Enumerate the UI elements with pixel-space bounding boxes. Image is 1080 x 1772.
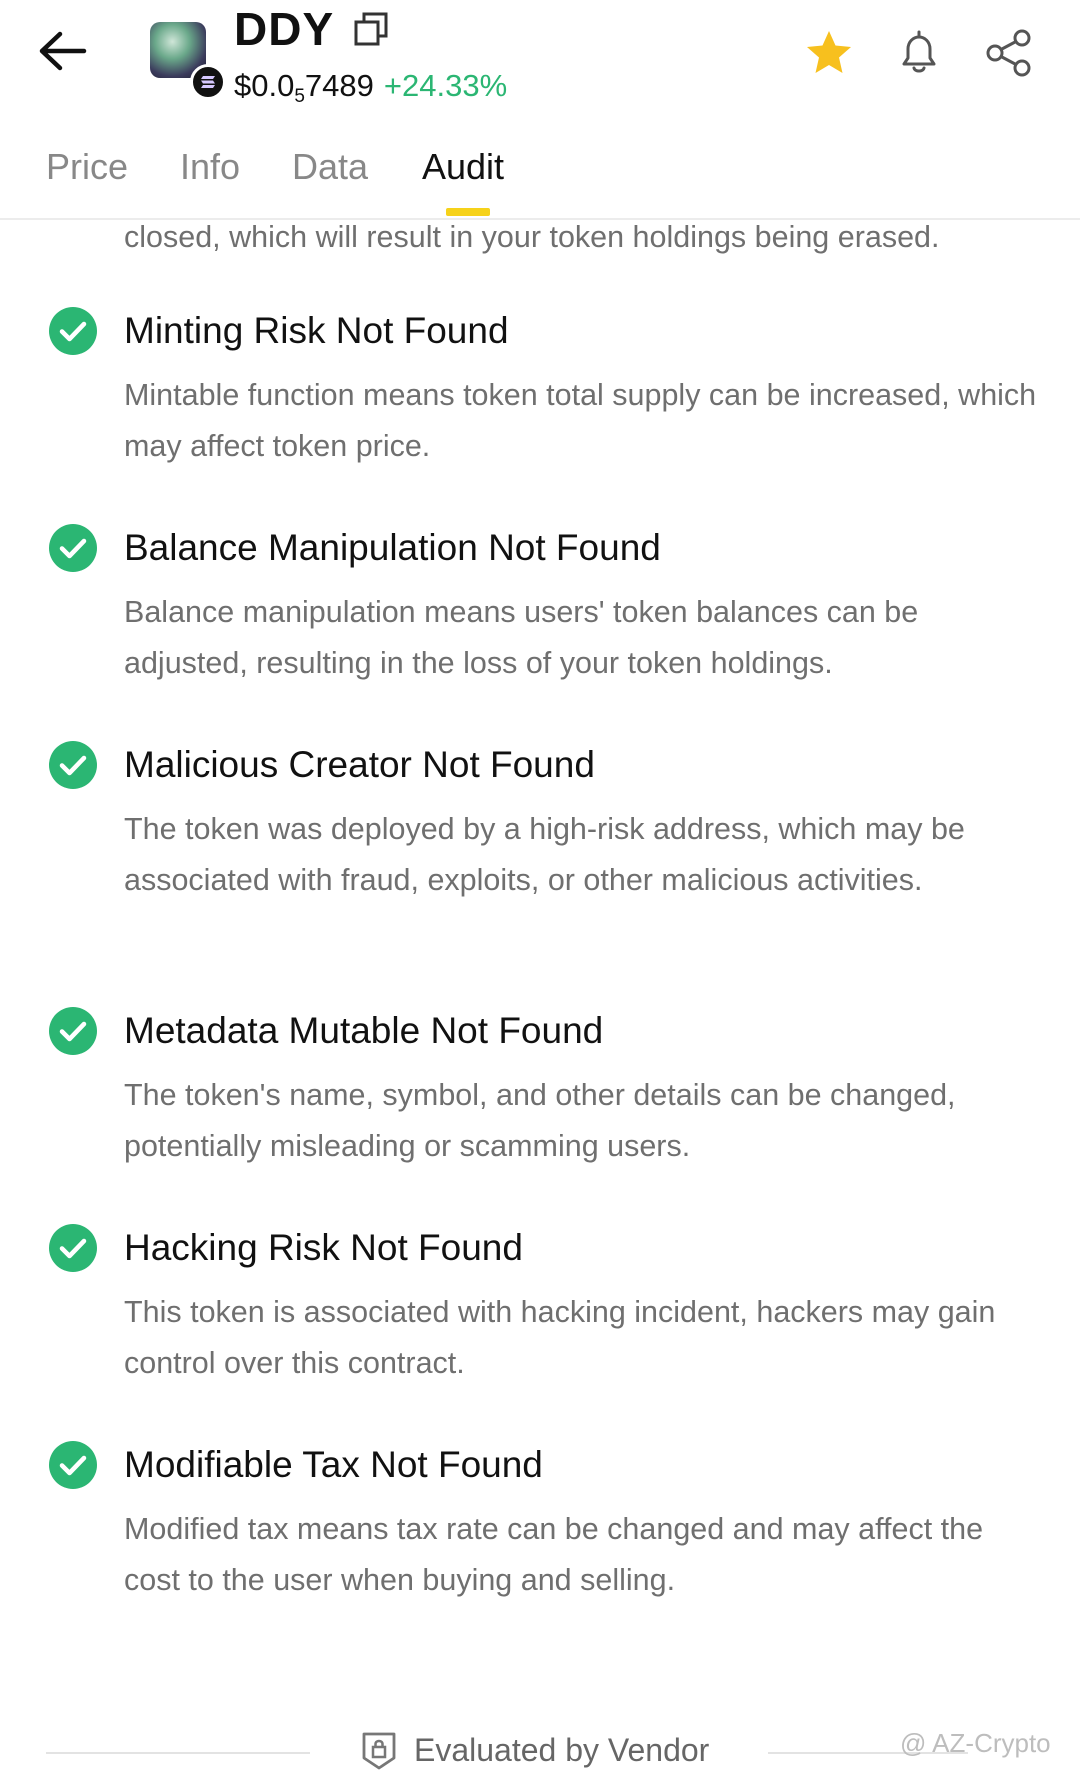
audit-item-title: Hacking Risk Not Found [124,1227,523,1268]
audit-item-description-partial: closed, which will result in your token … [124,220,940,254]
shield-lock-icon [362,1732,396,1770]
audit-item-description: The token's name, symbol, and other deta… [124,1078,956,1163]
audit-item-description: Modified tax means tax rate can be chang… [124,1512,984,1597]
share-icon[interactable] [982,26,1036,80]
token-header: DDY $0.057489 +24.33% [0,0,1080,120]
audit-footer: Evaluated by Vendor @ AZ-Crypto [0,1720,1080,1772]
price-zero-count: 5 [294,86,305,107]
price-prefix: $0.0 [234,68,295,103]
audit-item-title: Metadata Mutable Not Found [124,1010,604,1051]
evaluated-by-label: Evaluated by Vendor [414,1732,710,1768]
tab-info[interactable]: Info [180,146,240,188]
tab-audit[interactable]: Audit [422,146,504,188]
audit-item-title: Minting Risk Not Found [124,310,509,351]
token-ticker: DDY [234,3,335,55]
check-circle-icon [49,1007,97,1055]
price-change: +24.33% [383,68,508,103]
check-circle-icon [49,1441,97,1489]
audit-item-title: Malicious Creator Not Found [124,744,595,785]
audit-item-description: Balance manipulation means users' token … [124,595,919,680]
check-circle-icon [49,1224,97,1272]
audit-item-title: Modifiable Tax Not Found [124,1444,543,1485]
bell-icon[interactable] [892,26,946,80]
tab-price[interactable]: Price [46,146,128,188]
footer-divider-left [46,1752,310,1754]
price-digits: 7489 [304,68,374,103]
watermark: @ AZ-Crypto [900,1728,1051,1758]
audit-item-title: Balance Manipulation Not Found [124,527,661,568]
audit-item-description: Mintable function means token total supp… [124,378,1037,463]
star-icon[interactable] [802,26,856,80]
check-circle-icon [49,524,97,572]
check-circle-icon [49,307,97,355]
tab-data[interactable]: Data [292,146,368,188]
solana-chain-icon [190,64,226,100]
copy-icon[interactable] [352,10,392,50]
audit-item-description: The token was deployed by a high-risk ad… [124,812,965,897]
check-circle-icon [49,741,97,789]
token-avatar [150,22,226,100]
tab-bar: Price Info Data Audit [0,120,1080,220]
back-arrow-icon[interactable] [36,28,88,74]
token-price: $0.057489 +24.33% [234,68,507,108]
audit-item-description: This token is associated with hacking in… [124,1295,996,1380]
active-tab-indicator [446,208,490,216]
